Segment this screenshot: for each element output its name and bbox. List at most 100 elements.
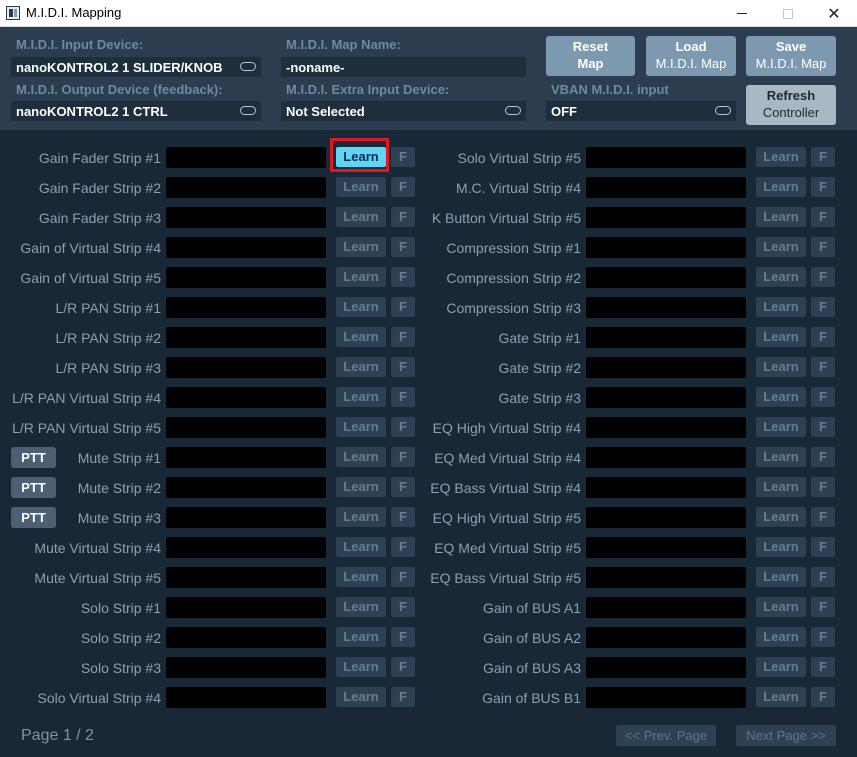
f-button[interactable]: F [391,627,415,647]
f-button[interactable]: F [811,597,835,617]
f-button[interactable]: F [391,387,415,407]
f-button[interactable]: F [811,297,835,317]
mapping-value-field[interactable] [586,627,746,648]
mapping-value-field[interactable] [166,207,326,228]
learn-button[interactable]: Learn [336,417,386,437]
mapping-value-field[interactable] [586,267,746,288]
mapping-value-field[interactable] [166,267,326,288]
learn-button[interactable]: Learn [756,147,806,167]
f-button[interactable]: F [811,267,835,287]
mapping-value-field[interactable] [586,327,746,348]
mapping-value-field[interactable] [586,447,746,468]
learn-button[interactable]: Learn [756,177,806,197]
learn-button[interactable]: Learn [756,537,806,557]
f-button[interactable]: F [811,657,835,677]
f-button[interactable]: F [811,537,835,557]
learn-button[interactable]: Learn [756,207,806,227]
refresh-controller-button[interactable]: Refresh Controller [746,85,836,125]
mapping-value-field[interactable] [586,687,746,708]
mapping-value-field[interactable] [586,657,746,678]
mapping-value-field[interactable] [166,687,326,708]
f-button[interactable]: F [811,627,835,647]
mapping-value-field[interactable] [166,387,326,408]
learn-button[interactable]: Learn [336,237,386,257]
mapping-value-field[interactable] [166,567,326,588]
learn-button[interactable]: Learn [336,537,386,557]
mapping-value-field[interactable] [166,507,326,528]
f-button[interactable]: F [811,447,835,467]
vban-select[interactable]: OFF [546,101,736,121]
mapping-value-field[interactable] [166,357,326,378]
learn-button[interactable]: Learn [336,657,386,677]
f-button[interactable]: F [391,267,415,287]
learn-button[interactable]: Learn [336,207,386,227]
learn-button[interactable]: Learn [336,627,386,647]
learn-button[interactable]: Learn [756,357,806,377]
f-button[interactable]: F [811,147,835,167]
learn-button[interactable]: Learn [756,267,806,287]
mapping-value-field[interactable] [166,627,326,648]
mapping-value-field[interactable] [586,237,746,258]
learn-button[interactable]: Learn [336,477,386,497]
f-button[interactable]: F [391,237,415,257]
mapping-value-field[interactable] [166,327,326,348]
learn-button[interactable]: Learn [336,447,386,467]
f-button[interactable]: F [811,507,835,527]
ptt-button[interactable]: PTT [11,447,56,468]
save-map-button[interactable]: Save M.I.D.I. Map [746,36,836,76]
mapping-value-field[interactable] [166,147,326,168]
f-button[interactable]: F [391,507,415,527]
f-button[interactable]: F [811,327,835,347]
input-device-select[interactable]: nanoKONTROL2 1 SLIDER/KNOB [11,57,261,77]
mapping-value-field[interactable] [586,177,746,198]
f-button[interactable]: F [811,387,835,407]
mapping-value-field[interactable] [586,537,746,558]
mapping-value-field[interactable] [166,447,326,468]
learn-button[interactable]: Learn [336,597,386,617]
mapping-value-field[interactable] [586,477,746,498]
mapping-value-field[interactable] [166,177,326,198]
f-button[interactable]: F [391,327,415,347]
learn-button[interactable]: Learn [336,357,386,377]
extra-input-select[interactable]: Not Selected [281,101,526,121]
f-button[interactable]: F [811,567,835,587]
f-button[interactable]: F [391,537,415,557]
map-name-field[interactable]: -noname- [281,57,526,77]
learn-button[interactable]: Learn [336,567,386,587]
ptt-button[interactable]: PTT [11,507,56,528]
f-button[interactable]: F [391,147,415,167]
f-button[interactable]: F [391,357,415,377]
learn-button[interactable]: Learn [756,627,806,647]
f-button[interactable]: F [391,177,415,197]
f-button[interactable]: F [811,237,835,257]
f-button[interactable]: F [811,207,835,227]
learn-button[interactable]: Learn [336,387,386,407]
learn-button[interactable]: Learn [756,657,806,677]
ptt-button[interactable]: PTT [11,477,56,498]
f-button[interactable]: F [391,447,415,467]
output-device-select[interactable]: nanoKONTROL2 1 CTRL [11,101,261,121]
f-button[interactable]: F [391,567,415,587]
f-button[interactable]: F [391,207,415,227]
f-button[interactable]: F [391,597,415,617]
f-button[interactable]: F [391,297,415,317]
mapping-value-field[interactable] [586,507,746,528]
learn-button[interactable]: Learn [756,387,806,407]
learn-button[interactable]: Learn [336,327,386,347]
prev-page-button[interactable]: << Prev. Page [616,725,716,746]
mapping-value-field[interactable] [166,477,326,498]
mapping-value-field[interactable] [586,567,746,588]
learn-button[interactable]: Learn [756,237,806,257]
f-button[interactable]: F [811,357,835,377]
learn-button[interactable]: Learn [756,507,806,527]
learn-button[interactable]: Learn [756,597,806,617]
reset-map-button[interactable]: Reset Map [546,36,635,76]
mapping-value-field[interactable] [166,597,326,618]
mapping-value-field[interactable] [166,657,326,678]
mapping-value-field[interactable] [586,417,746,438]
learn-button[interactable]: Learn [756,447,806,467]
f-button[interactable]: F [811,417,835,437]
learn-button[interactable]: Learn [336,177,386,197]
mapping-value-field[interactable] [166,537,326,558]
next-page-button[interactable]: Next Page >> [736,725,836,746]
